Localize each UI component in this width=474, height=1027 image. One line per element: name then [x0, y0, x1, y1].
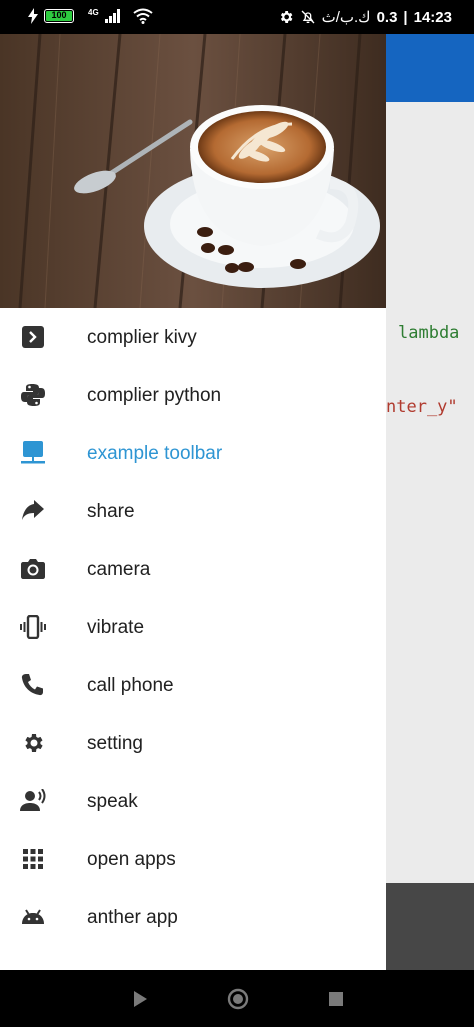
- speak-icon: [20, 789, 46, 811]
- android-icon: [22, 909, 44, 924]
- charging-bolt-icon: [28, 8, 38, 24]
- python-icon: [21, 384, 45, 406]
- menu-item-complier-python[interactable]: complier python: [0, 366, 386, 424]
- menu-item-label: camera: [87, 559, 151, 580]
- menu-item-camera[interactable]: camera: [0, 540, 386, 598]
- menu-item-label: vibrate: [87, 617, 145, 638]
- menu-item-label: anther app: [87, 907, 178, 928]
- home-button[interactable]: [226, 987, 250, 1011]
- status-right: ك.ب/ث 0.3 | 14:23: [278, 8, 452, 26]
- signal-icon: [104, 9, 120, 23]
- terminal-icon: [22, 326, 44, 348]
- menu-item-label: setting: [87, 733, 143, 754]
- menu-item-label: open apps: [87, 849, 176, 870]
- menu-item-setting[interactable]: setting: [0, 714, 386, 772]
- menu-item-label: share: [87, 501, 135, 522]
- code-line-center-y: nter_y": [386, 397, 458, 417]
- menu-item-share[interactable]: share: [0, 482, 386, 540]
- apps-grid-icon: [23, 849, 43, 869]
- menu-item-label: speak: [87, 791, 138, 812]
- menu-item-anther-app[interactable]: anther app: [0, 888, 386, 946]
- gear-status-icon: [280, 11, 293, 23]
- desktop-icon: [21, 441, 45, 464]
- network-type: 4G: [88, 7, 99, 17]
- speed-unit: ك.ب/ث: [321, 9, 371, 26]
- app-bar: [386, 34, 474, 102]
- menu-item-label: call phone: [87, 675, 174, 696]
- status-left: 100 4G: [28, 8, 153, 24]
- drawer-header-image: [0, 34, 386, 308]
- gear-icon: [25, 734, 43, 752]
- clock: 14:23: [413, 8, 452, 26]
- status-separator: |: [403, 8, 408, 26]
- battery-icon: 100: [44, 9, 74, 23]
- menu-item-complier-kivy[interactable]: complier kivy: [0, 308, 386, 366]
- vibrate-icon: [20, 615, 46, 639]
- menu-item-open-apps[interactable]: open apps: [0, 830, 386, 888]
- battery-level: 100: [51, 10, 67, 20]
- menu-item-vibrate[interactable]: vibrate: [0, 598, 386, 656]
- back-button[interactable]: [132, 990, 148, 1008]
- system-nav-bar: [0, 970, 474, 1027]
- phone-icon: [21, 674, 43, 696]
- menu-item-example-toolbar[interactable]: example toolbar: [0, 424, 386, 482]
- muted-bell-icon: [301, 10, 315, 24]
- menu-item-label: complier python: [87, 385, 222, 406]
- navigation-drawer: complier kivy complier python example to…: [0, 34, 386, 970]
- background-app: lambda nter_y": [386, 34, 474, 970]
- recents-button[interactable]: [328, 991, 344, 1007]
- menu-item-speak[interactable]: speak: [0, 772, 386, 830]
- camera-icon: [21, 559, 45, 579]
- status-bar: 100 4G ك.ب/ث 0.3 | 14:23: [0, 0, 474, 34]
- share-icon: [22, 500, 44, 520]
- menu-item-call-phone[interactable]: call phone: [0, 656, 386, 714]
- code-line-lambda: lambda: [398, 323, 460, 343]
- menu-item-label: example toolbar: [87, 443, 223, 464]
- bottom-panel: [386, 883, 474, 970]
- drawer-menu: complier kivy complier python example to…: [0, 308, 386, 946]
- wifi-icon: [133, 8, 153, 24]
- speed-value: 0.3: [376, 8, 398, 26]
- menu-item-label: complier kivy: [87, 327, 197, 348]
